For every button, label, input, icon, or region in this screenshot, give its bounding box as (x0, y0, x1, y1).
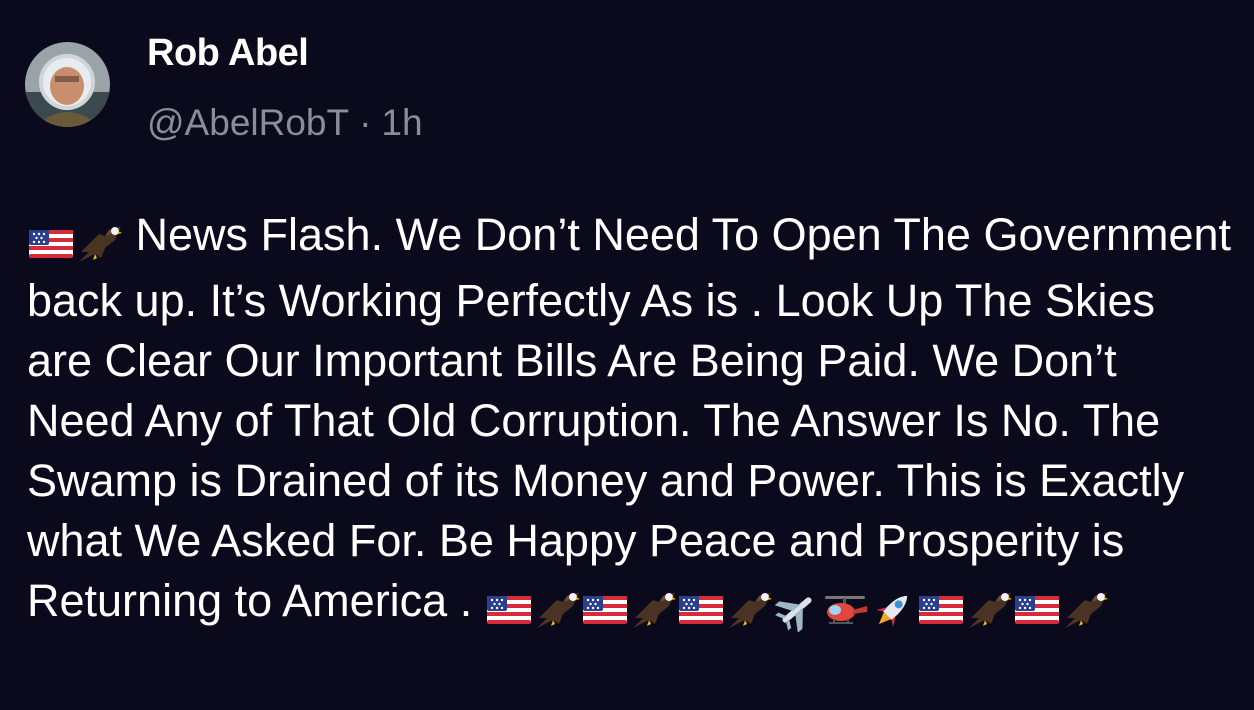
eagle-emoji (725, 588, 773, 632)
astronaut-avatar-image (25, 42, 110, 127)
eagle-emoji (965, 588, 1013, 632)
airplane-emoji (773, 588, 821, 633)
post-text-content: News Flash. We Don’t Need To Open The Go… (27, 209, 1232, 626)
us-flag-emoji (917, 588, 965, 632)
author-name[interactable]: Rob Abel (147, 30, 309, 76)
helicopter-emoji (821, 588, 869, 632)
eagle-emoji (75, 222, 123, 266)
us-flag-emoji (1013, 588, 1061, 632)
eagle-emoji (533, 588, 581, 632)
rocket-emoji (869, 588, 917, 632)
avatar[interactable] (25, 42, 110, 127)
us-flag-emoji (27, 222, 75, 266)
us-flag-emoji (581, 588, 629, 632)
us-flag-emoji (677, 588, 725, 632)
lead-emojis (27, 211, 123, 271)
post-meta: @AbelRobT · 1h (147, 100, 423, 146)
us-flag-emoji (485, 588, 533, 632)
author-handle[interactable]: @AbelRobT (147, 102, 349, 143)
eagle-emoji (629, 588, 677, 632)
trail-emojis (485, 577, 1109, 637)
post-time[interactable]: 1h (381, 102, 422, 143)
meta-separator: · (359, 102, 372, 143)
eagle-emoji (1061, 588, 1109, 632)
post-card: Rob Abel @AbelRobT · 1h News Flash. We Don… (0, 0, 1254, 710)
post-text: News Flash. We Don’t Need To Open The Go… (27, 205, 1232, 637)
